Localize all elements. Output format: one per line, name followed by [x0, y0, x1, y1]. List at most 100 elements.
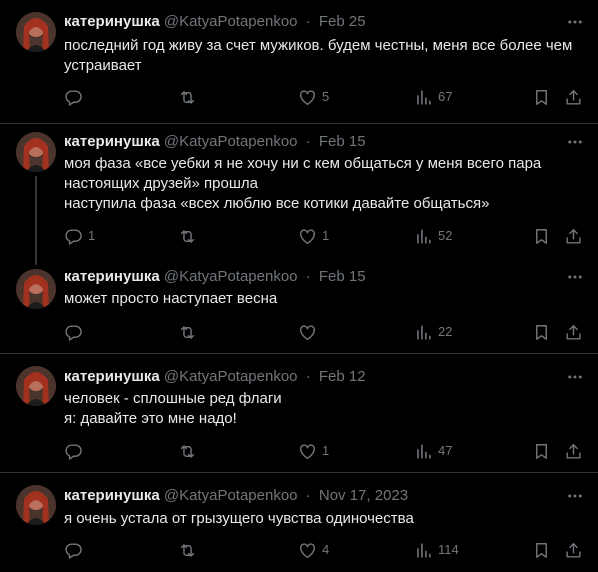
avatar[interactable] — [16, 366, 56, 406]
author-handle[interactable]: @KatyaPotapenkoo — [164, 268, 298, 285]
share-button[interactable] — [564, 322, 583, 342]
author-name[interactable]: катеринушка — [64, 133, 160, 150]
avatar[interactable] — [16, 485, 56, 525]
retweet-button[interactable] — [178, 226, 202, 246]
reply-icon — [64, 442, 83, 461]
like-button[interactable]: 4 — [298, 540, 329, 560]
views-button[interactable]: 67 — [414, 87, 452, 107]
author-name[interactable]: катеринушка — [64, 268, 160, 285]
share-icon — [564, 541, 583, 560]
retweet-button[interactable] — [178, 87, 202, 107]
retweet-button[interactable] — [178, 441, 202, 461]
views-button[interactable]: 52 — [414, 226, 452, 246]
author-handle[interactable]: @KatyaPotapenkoo — [164, 133, 298, 150]
reply-button[interactable] — [64, 441, 88, 461]
bookmark-button[interactable] — [532, 441, 551, 461]
reply-count: 1 — [88, 228, 96, 243]
separator-dot: · — [305, 487, 311, 504]
views-count: 22 — [438, 324, 453, 339]
tweet-header: катеринушка @KatyaPotapenkoo · Feb 25 — [64, 12, 366, 32]
like-count: 5 — [322, 89, 330, 104]
share-icon — [564, 88, 583, 107]
share-icon — [564, 442, 583, 461]
author-name[interactable]: катеринушка — [64, 13, 160, 30]
author-name[interactable]: катеринушка — [64, 368, 160, 385]
bookmark-button[interactable] — [532, 322, 551, 342]
retweet-button[interactable] — [178, 540, 202, 560]
author-name[interactable]: катеринушка — [64, 487, 160, 504]
reply-button[interactable] — [64, 87, 88, 107]
tweet-date[interactable]: Feb 15 — [319, 133, 366, 150]
tweet-date[interactable]: Nov 17, 2023 — [319, 487, 408, 504]
share-button[interactable] — [564, 87, 583, 107]
tweet[interactable]: катеринушка @KatyaPotapenkoo · Nov 17, 2… — [0, 473, 598, 572]
like-button[interactable]: 1 — [298, 226, 329, 246]
share-icon — [564, 227, 583, 246]
author-handle[interactable]: @KatyaPotapenkoo — [164, 487, 298, 504]
tweet-text-line: я: давайте это мне надо! — [64, 410, 237, 427]
tweet[interactable]: катеринушка @KatyaPotapenkoo · Feb 15 мо… — [0, 124, 598, 265]
retweet-icon — [178, 227, 197, 246]
retweet-icon — [178, 323, 197, 342]
tweet-text-line: последний год живу за счет мужиков. буде… — [64, 37, 573, 54]
retweet-icon — [178, 541, 197, 560]
like-button[interactable]: 5 — [298, 87, 329, 107]
views-button[interactable]: 47 — [414, 441, 452, 461]
avatar[interactable] — [16, 12, 56, 52]
views-button[interactable]: 114 — [414, 540, 459, 560]
tweet-date[interactable]: Feb 25 — [319, 13, 366, 30]
tweet-header: катеринушка @KatyaPotapenkoo · Feb 15 — [64, 267, 366, 287]
tweet-text-line: настоящих друзей» прошла — [64, 175, 258, 192]
heart-icon — [298, 227, 317, 246]
more-icon[interactable] — [564, 367, 586, 387]
views-icon — [414, 442, 433, 461]
bookmark-button[interactable] — [532, 540, 551, 560]
tweet[interactable]: катеринушка @KatyaPotapenkoo · Feb 25 по… — [0, 0, 598, 124]
bookmark-icon — [532, 88, 551, 107]
tweet[interactable]: катеринушка @KatyaPotapenkoo · Feb 15 мо… — [0, 265, 598, 354]
tweet-text: может просто наступает весна — [64, 289, 574, 309]
tweet-date[interactable]: Feb 15 — [319, 268, 366, 285]
views-icon — [414, 323, 433, 342]
avatar[interactable] — [16, 269, 56, 309]
bookmark-button[interactable] — [532, 87, 551, 107]
share-button[interactable] — [564, 441, 583, 461]
reply-button[interactable] — [64, 322, 88, 342]
avatar[interactable] — [16, 132, 56, 172]
author-handle[interactable]: @KatyaPotapenkoo — [164, 368, 298, 385]
views-count: 114 — [438, 542, 459, 557]
tweet-text-line: человек - сплошные ред флаги — [64, 390, 282, 407]
more-icon[interactable] — [564, 12, 586, 32]
more-icon[interactable] — [564, 132, 586, 152]
more-icon[interactable] — [564, 486, 586, 506]
bookmark-button[interactable] — [532, 226, 551, 246]
reply-icon — [64, 541, 83, 560]
tweet-text-line: я очень устала от грызущего чувства один… — [64, 510, 414, 527]
like-button[interactable]: 1 — [298, 441, 329, 461]
author-handle[interactable]: @KatyaPotapenkoo — [164, 13, 298, 30]
tweet-header: катеринушка @KatyaPotapenkoo · Nov 17, 2… — [64, 486, 408, 506]
tweet-text: я очень устала от грызущего чувства один… — [64, 509, 574, 529]
share-button[interactable] — [564, 226, 583, 246]
more-icon[interactable] — [564, 267, 586, 287]
views-count: 67 — [438, 89, 453, 104]
retweet-button[interactable] — [178, 322, 202, 342]
action-bar: 22 — [0, 322, 598, 342]
action-bar: 4 114 — [0, 540, 598, 560]
heart-icon — [298, 541, 317, 560]
share-icon — [564, 323, 583, 342]
bookmark-icon — [532, 227, 551, 246]
action-bar: 1 47 — [0, 441, 598, 461]
views-icon — [414, 227, 433, 246]
reply-button[interactable]: 1 — [64, 226, 95, 246]
views-button[interactable]: 22 — [414, 322, 452, 342]
like-button[interactable] — [298, 322, 322, 342]
tweet[interactable]: катеринушка @KatyaPotapenkoo · Feb 12 че… — [0, 354, 598, 473]
reply-icon — [64, 88, 83, 107]
reply-button[interactable] — [64, 540, 88, 560]
tweet-text: моя фаза «все уебки я не хочу ни с кем о… — [64, 154, 574, 214]
action-bar: 5 67 — [0, 87, 598, 107]
tweet-date[interactable]: Feb 12 — [319, 368, 366, 385]
retweet-icon — [178, 442, 197, 461]
share-button[interactable] — [564, 540, 583, 560]
